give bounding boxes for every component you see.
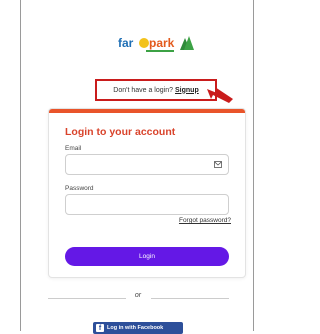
login-card: Login to your account Email Password For… bbox=[48, 108, 246, 278]
login-title: Login to your account bbox=[65, 126, 176, 138]
svg-text:park: park bbox=[149, 36, 175, 50]
signup-prompt: Don't have a login? Signup bbox=[95, 79, 217, 101]
facebook-login-button[interactable]: f Log in with Facebook bbox=[93, 322, 183, 334]
forgot-password-link[interactable]: Forgot password? bbox=[179, 217, 231, 224]
svg-text:far: far bbox=[118, 36, 134, 50]
email-input[interactable] bbox=[70, 157, 214, 176]
divider-left bbox=[48, 298, 126, 299]
divider-right bbox=[151, 298, 229, 299]
fargo-park-logo: far park bbox=[110, 12, 202, 72]
password-input[interactable] bbox=[70, 197, 214, 216]
annotation-arrow-icon bbox=[207, 87, 233, 103]
card-accent-bar bbox=[49, 109, 245, 113]
email-label: Email bbox=[65, 145, 82, 152]
password-label: Password bbox=[65, 185, 94, 192]
signup-prompt-text: Don't have a login? bbox=[113, 86, 173, 94]
password-field[interactable] bbox=[65, 194, 229, 216]
login-button[interactable]: Login bbox=[65, 247, 229, 266]
logo-mark-icon: far park bbox=[118, 36, 194, 52]
email-field[interactable] bbox=[65, 154, 229, 176]
signup-link[interactable]: Signup bbox=[175, 87, 199, 94]
or-separator: or bbox=[134, 292, 142, 299]
facebook-login-label: Log in with Facebook bbox=[107, 325, 164, 331]
envelope-icon bbox=[214, 161, 222, 168]
